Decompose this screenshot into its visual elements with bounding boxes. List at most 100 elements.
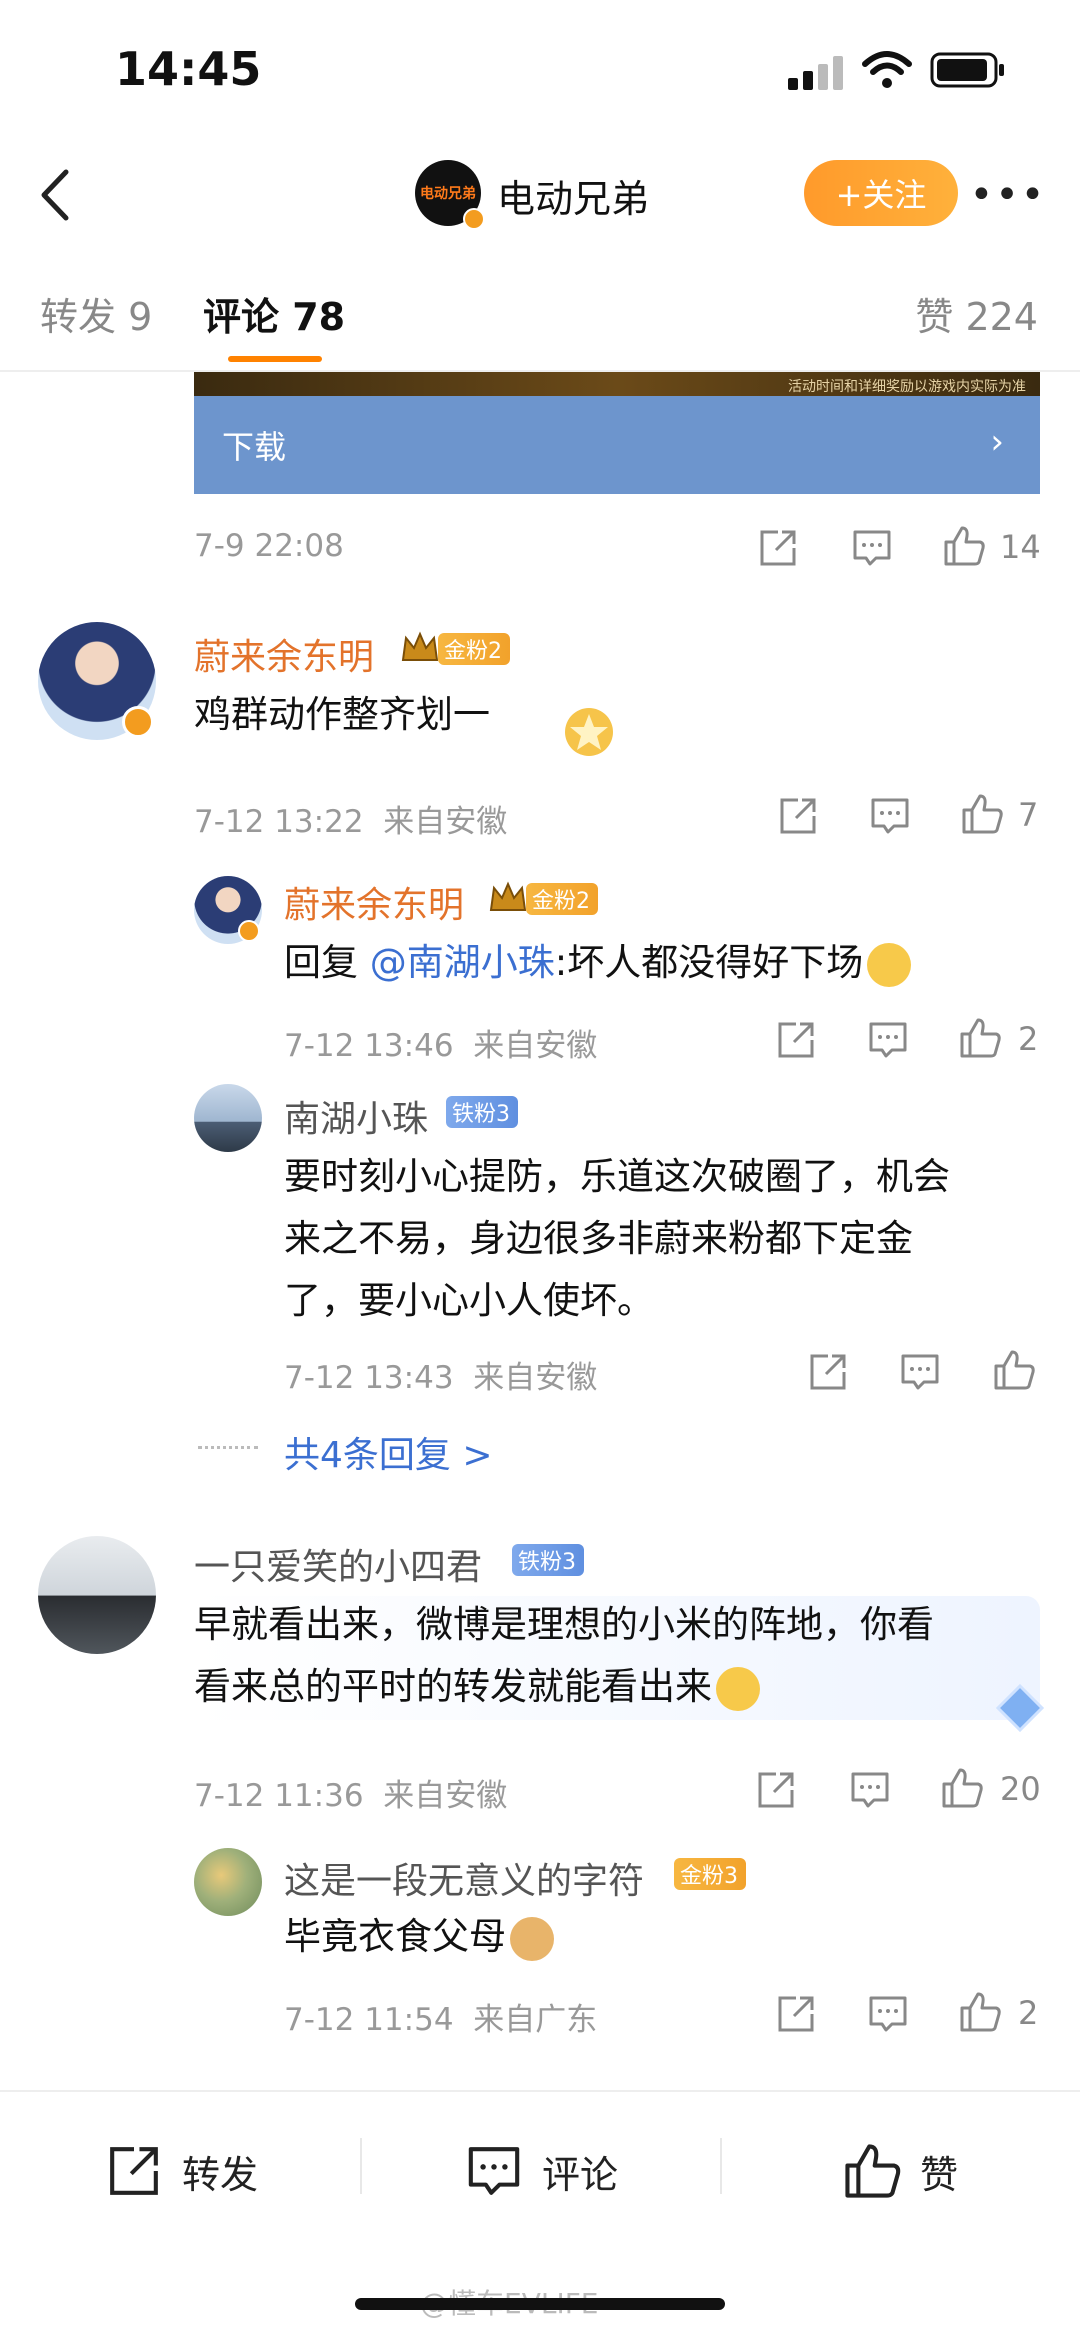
comment-text-line: 早就看出来，微博是理想的小米的阵地，你看 [194,1603,934,1646]
comment-time: 7-12 13:22 来自安徽 [194,796,507,841]
commenter-name[interactable]: 蔚来余东明 [284,876,464,928]
like-icon[interactable] [992,1348,1036,1392]
comment-text: 鸡群动作整齐划一 [194,693,490,736]
repost-button[interactable]: 转发 [104,2136,258,2206]
time-text: 7-12 13:43 [284,1360,454,1396]
time-text: 7-12 11:36 [194,1778,364,1814]
tab-reposts[interactable]: 转发 9 [40,286,152,341]
like-count: 14 [1000,528,1041,566]
like-count: 2 [1018,1994,1039,2032]
account-avatar[interactable]: 电动兄弟 [415,160,485,230]
fan-badge: 铁粉3 [446,1096,518,1128]
decorative-diamond-icon [995,1683,1045,1733]
commenter-name[interactable]: 南湖小珠 [284,1090,428,1142]
more-replies-link[interactable]: 共4条回复 > [284,1426,493,1478]
post-time: 7-9 22:08 [194,528,344,564]
verified-badge-icon [122,706,154,738]
avatar[interactable] [194,1848,262,1916]
time-text: 7-12 13:46 [284,1028,454,1064]
avatar[interactable] [194,1084,262,1152]
reply-text-line: 要时刻小心提防，乐道这次破圈了，机会 [284,1155,950,1198]
fan-badge: 金粉2 [438,633,510,665]
like-count: 20 [1000,1770,1041,1808]
commenter-name[interactable]: 一只爱笑的小四君 [194,1538,482,1590]
commenter-name[interactable]: 这是一段无意义的字符 [284,1852,644,1904]
time-text: 7-12 11:54 [284,2002,454,2038]
location-text: 来自安徽 [383,1778,508,1814]
comment-button[interactable]: 评论 [464,2136,618,2206]
like-count: 2 [1018,1020,1039,1058]
tab-bar: 转发 9 评论 78 赞 224 [0,250,1080,372]
tab-likes[interactable]: 赞 224 [915,286,1038,341]
divider [360,2138,362,2194]
like-icon[interactable] [942,524,986,568]
bottom-action-bar: 转发 评论 赞 [0,2090,1080,2250]
reply-text-line: 来之不易，身边很多非蔚来粉都下定金 [284,1217,913,1260]
chevron-right-icon: › [990,422,1004,462]
comment-time: 7-12 11:36 来自安徽 [194,1770,507,1815]
tab-comments[interactable]: 评论 78 [203,286,345,341]
share-icon[interactable] [776,794,820,838]
laugh-cry-emoji-icon [716,1666,760,1711]
tab-active-indicator [228,356,322,362]
account-name[interactable]: 电动兄弟 [497,168,649,223]
download-bar[interactable]: 下载 › [194,396,1040,494]
reply-text: 毕竟衣食父母 [284,1906,554,1968]
share-icon[interactable] [774,1992,818,2036]
status-bar: 14:45 [0,0,1080,140]
follow-button[interactable]: +关注 [804,160,958,226]
mention-link[interactable]: @南湖小珠 [370,941,555,984]
comment-icon[interactable] [848,1768,892,1812]
more-replies-divider [198,1446,258,1449]
avatar[interactable] [38,1536,156,1654]
avatar-brand-text: 电动兄弟 [420,186,476,202]
share-icon [110,2147,158,2195]
verified-badge-icon [238,920,260,942]
share-icon[interactable] [754,1768,798,1812]
like-count: 7 [1018,796,1039,834]
like-button[interactable]: 赞 [842,2136,958,2206]
like-icon [845,2144,901,2198]
crown-icon [489,881,527,911]
like-icon[interactable] [958,1990,1002,2034]
share-icon[interactable] [756,526,800,570]
back-icon[interactable] [30,160,80,230]
commenter-name[interactable]: 蔚来余东明 [194,628,374,680]
ad-banner[interactable]: 活动时间和详细奖励以游戏内实际为准 下载 › [194,372,1040,494]
comment-icon[interactable] [850,526,894,570]
like-icon[interactable] [960,792,1004,836]
reply-time: 7-12 11:54 来自广东 [284,1994,597,2039]
grin-emoji-icon [867,942,912,987]
home-indicator[interactable] [355,2298,725,2310]
share-icon[interactable] [806,1350,850,1394]
comment-icon[interactable] [868,794,912,838]
reply-time: 7-12 13:43 来自安徽 [284,1352,597,1397]
like-icon[interactable] [940,1766,984,1810]
reply-body: 毕竟衣食父母 [284,1915,506,1958]
comment-icon[interactable] [866,1992,910,2036]
more-options-icon[interactable]: ••• [970,170,1045,220]
fan-badge: 金粉2 [526,883,598,915]
location-text: 来自广东 [473,2002,598,2038]
like-label: 赞 [920,2152,959,2197]
comment-icon [468,2147,520,2195]
fan-badge: 金粉3 [674,1858,746,1890]
reply-body: :坏人都没得好下场 [554,941,864,984]
cellular-signal-icon [788,56,843,90]
comment-label: 评论 [542,2152,619,2197]
download-label: 下载 [222,428,287,466]
like-icon[interactable] [958,1016,1002,1060]
comment-icon[interactable] [866,1018,910,1062]
banner-image-strip: 活动时间和详细奖励以游戏内实际为准 [194,372,1040,396]
location-text: 来自安徽 [473,1028,598,1064]
decorative-badge-icon [565,708,613,756]
repost-label: 转发 [182,2152,259,2197]
comment-text-line: 看来总的平时的转发就能看出来 [194,1656,760,1718]
nav-bar: 电动兄弟 电动兄弟 +关注 ••• [0,140,1080,250]
share-icon[interactable] [774,1018,818,1062]
reply-text-line: 了，要小心小人使坏。 [284,1279,654,1322]
reply-prefix: 回复 [284,941,370,984]
banner-notice: 活动时间和详细奖励以游戏内实际为准 [788,379,1026,395]
comment-icon[interactable] [898,1350,942,1394]
crown-icon [401,631,439,661]
